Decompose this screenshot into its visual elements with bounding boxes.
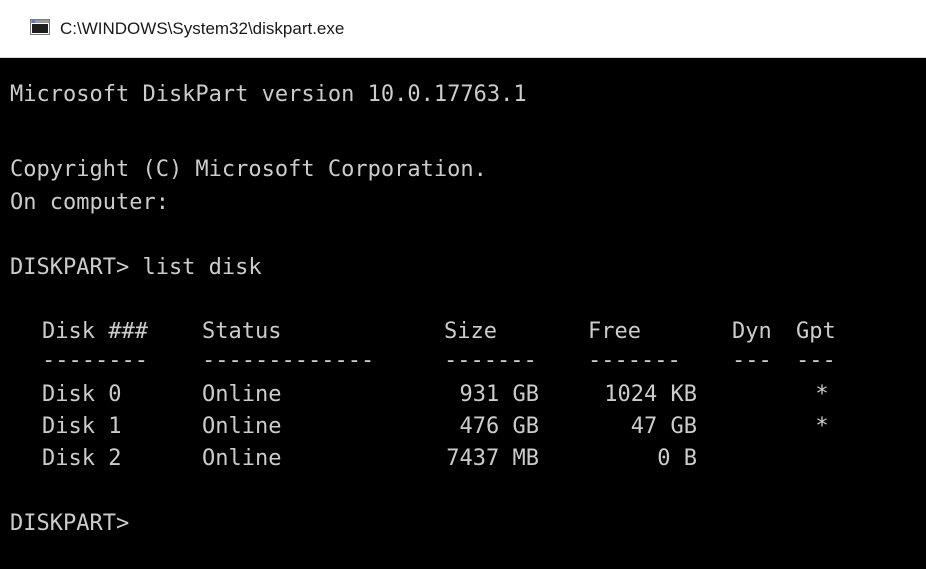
diskpart-window: C:\WINDOWS\System32\diskpart.exe Microso… — [0, 0, 926, 569]
table-row-dyn — [732, 379, 772, 411]
title-bar[interactable]: C:\WINDOWS\System32\diskpart.exe — [0, 0, 926, 58]
table-row-gpt: * — [815, 382, 829, 407]
separator-disk: -------- — [42, 348, 148, 373]
table-row-status: Online — [202, 382, 282, 407]
console-output[interactable]: Microsoft DiskPart version 10.0.17763.1 … — [0, 58, 926, 569]
table-row-dyn — [732, 443, 772, 475]
table-row-disk: Disk 1 — [42, 414, 122, 439]
table-row-size: 476 GB — [459, 414, 539, 439]
separator-dyn: --- — [732, 348, 772, 373]
table-row-gpt — [810, 443, 834, 475]
table-row-disk: Disk 0 — [42, 382, 122, 407]
separator-gpt: --- — [796, 348, 836, 373]
computer-line: On computer: — [10, 190, 169, 215]
table-row-free: 47 GB — [630, 414, 697, 439]
separator-free: ------- — [588, 348, 681, 373]
window-title: C:\WINDOWS\System32\diskpart.exe — [60, 19, 345, 38]
table-row-size: 7437 MB — [446, 446, 539, 471]
header-disk: Disk ### — [42, 319, 148, 344]
header-size: Size — [444, 319, 497, 344]
copyright-line: Copyright (C) Microsoft Corporation. — [10, 157, 487, 182]
version-line: Microsoft DiskPart version 10.0.17763.1 — [10, 82, 527, 107]
header-status: Status — [202, 319, 282, 344]
header-gpt: Gpt — [796, 319, 836, 344]
table-row-size: 931 GB — [459, 382, 539, 407]
table-row-status: Online — [202, 446, 282, 471]
command-line: DISKPART> list disk — [10, 255, 262, 280]
table-row-disk: Disk 2 — [42, 446, 122, 471]
separator-size: ------- — [444, 348, 537, 373]
command-prompt[interactable]: DISKPART> — [10, 508, 129, 540]
table-row-dyn — [732, 411, 772, 443]
header-dyn: Dyn — [732, 319, 772, 344]
console-app-icon — [30, 19, 50, 35]
table-row-gpt: * — [815, 414, 829, 439]
header-free: Free — [588, 319, 641, 344]
table-row-free: 1024 KB — [604, 382, 697, 407]
table-row-status: Online — [202, 414, 282, 439]
separator-status: ------------- — [202, 348, 375, 373]
table-row-free: 0 B — [657, 446, 697, 471]
